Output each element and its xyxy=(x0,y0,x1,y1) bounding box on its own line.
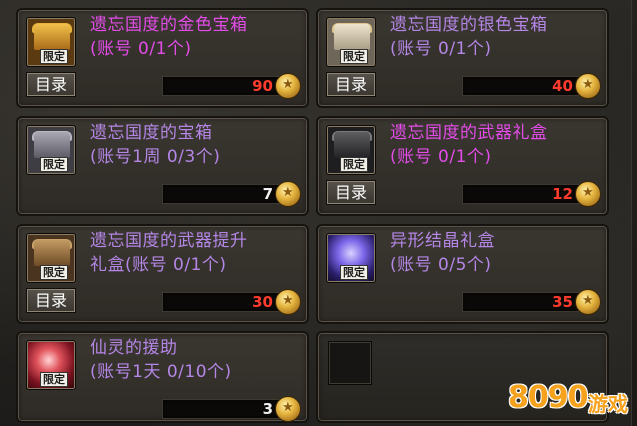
shop-item-weapon-upgrade-box[interactable]: 限定 遗忘国度的武器提升 礼盒(账号 0/1个) 目录 30 xyxy=(16,224,309,324)
limited-badge: 限定 xyxy=(340,49,368,64)
item-limit: (账号1天 0/10个) xyxy=(90,362,232,382)
item-title: 遗忘国度的银色宝箱 xyxy=(390,15,548,35)
catalog-button[interactable]: 目录 xyxy=(26,288,76,313)
item-limit: 礼盒(账号 0/1个) xyxy=(90,255,227,275)
coin-icon xyxy=(575,289,601,315)
item-limit: (账号 0/1个) xyxy=(390,147,492,167)
item-limit: (账号 0/1个) xyxy=(90,39,192,59)
limited-badge: 限定 xyxy=(40,157,68,172)
catalog-button[interactable]: 目录 xyxy=(26,72,76,97)
price-value: 3 xyxy=(262,400,273,418)
price-box: 12 xyxy=(462,181,601,207)
item-limit: (账号 0/1个) xyxy=(390,39,492,59)
watermark-number: 8090 xyxy=(508,380,588,415)
limited-badge: 限定 xyxy=(40,265,68,280)
crystal-orb-icon: 限定 xyxy=(326,233,376,283)
fairy-aid-icon: 限定 xyxy=(26,340,76,390)
limited-badge: 限定 xyxy=(40,49,68,64)
price-value: 35 xyxy=(552,293,573,311)
price-value: 90 xyxy=(252,77,273,95)
limited-badge: 限定 xyxy=(340,265,368,280)
shop-item-gold-chest[interactable]: 限定 遗忘国度的金色宝箱 (账号 0/1个) 目录 90 xyxy=(16,8,309,108)
coin-icon xyxy=(275,73,301,99)
item-title: 遗忘国度的宝箱 xyxy=(90,123,213,143)
price-value: 30 xyxy=(252,293,273,311)
shop-item-weapon-box[interactable]: 限定 遗忘国度的武器礼盒 (账号 0/1个) 目录 12 xyxy=(316,116,609,216)
coin-icon xyxy=(275,181,301,207)
price-value: 7 xyxy=(262,185,273,203)
site-watermark: 8090 游戏 xyxy=(508,378,636,424)
coin-icon xyxy=(575,73,601,99)
item-title: 遗忘国度的武器礼盒 xyxy=(390,123,548,143)
chest-icon: 限定 xyxy=(26,125,76,175)
shop-item-fairy-aid[interactable]: 限定 仙灵的援助 (账号1天 0/10个) 3 xyxy=(16,331,309,423)
limited-badge: 限定 xyxy=(40,372,68,387)
coin-icon xyxy=(275,396,301,422)
item-title: 遗忘国度的金色宝箱 xyxy=(90,15,248,35)
item-title: 仙灵的援助 xyxy=(90,338,178,358)
catalog-button[interactable]: 目录 xyxy=(326,180,376,205)
price-value: 40 xyxy=(552,77,573,95)
item-title: 遗忘国度的武器提升 xyxy=(90,231,248,251)
shop-item-crystal-box[interactable]: 限定 异形结晶礼盒 (账号 0/5个) 35 xyxy=(316,224,609,324)
price-box: 90 xyxy=(162,73,301,99)
silver-chest-icon: 限定 xyxy=(326,17,376,67)
coin-icon xyxy=(575,181,601,207)
scrollbar[interactable] xyxy=(631,0,637,426)
price-box: 35 xyxy=(462,289,601,315)
price-box: 40 xyxy=(462,73,601,99)
price-box: 3 xyxy=(162,396,301,422)
shop-item-chest[interactable]: 限定 遗忘国度的宝箱 (账号1周 0/3个) 7 xyxy=(16,116,309,216)
price-box: 30 xyxy=(162,289,301,315)
limited-badge: 限定 xyxy=(340,157,368,172)
price-box: 7 xyxy=(162,181,301,207)
empty-item-slot xyxy=(328,341,372,385)
item-title: 异形结晶礼盒 xyxy=(390,231,495,251)
price-value: 12 xyxy=(552,185,573,203)
weapon-upgrade-box-icon: 限定 xyxy=(26,233,76,283)
watermark-text: 游戏 xyxy=(588,392,628,416)
gold-chest-icon: 限定 xyxy=(26,17,76,67)
weapon-box-icon: 限定 xyxy=(326,125,376,175)
catalog-button[interactable]: 目录 xyxy=(326,72,376,97)
item-limit: (账号1周 0/3个) xyxy=(90,147,221,167)
coin-icon xyxy=(275,289,301,315)
shop-item-silver-chest[interactable]: 限定 遗忘国度的银色宝箱 (账号 0/1个) 目录 40 xyxy=(316,8,609,108)
item-limit: (账号 0/5个) xyxy=(390,255,492,275)
